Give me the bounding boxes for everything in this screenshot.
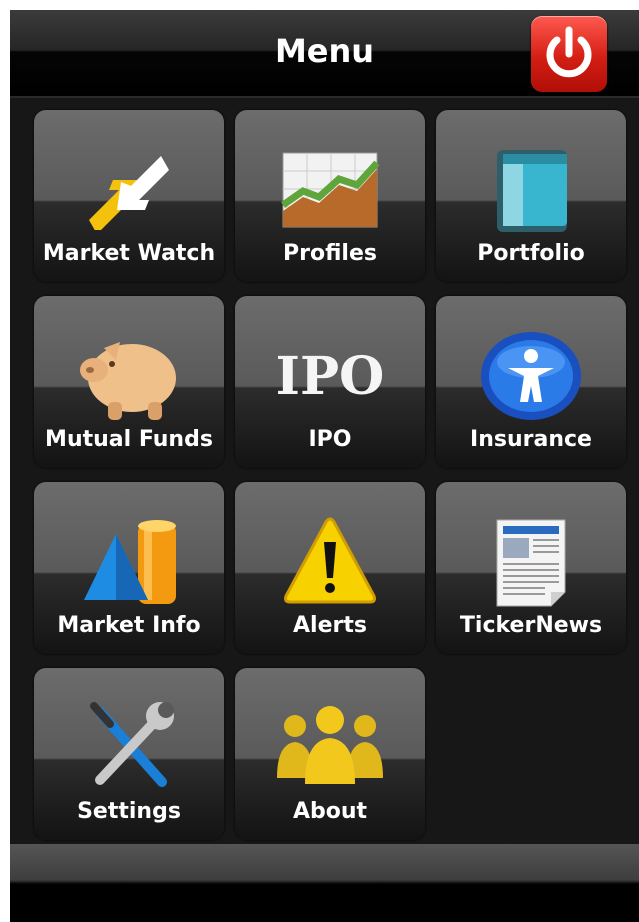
menu-item-label: Market Watch (42, 241, 216, 266)
menu-item-label: IPO (308, 427, 352, 452)
shapes-icon (84, 520, 176, 604)
menu-item-alerts[interactable]: Alerts (235, 482, 425, 654)
bottom-bar (10, 844, 639, 922)
piggy-bank-icon (80, 342, 176, 420)
arrows-icon (89, 156, 169, 230)
menu-item-label: Settings (77, 799, 181, 824)
menu-item-label: Mutual Funds (45, 427, 213, 452)
menu-item-label: About (292, 799, 368, 824)
menu-item-market-watch[interactable]: Market Watch (34, 110, 224, 282)
power-icon (546, 26, 592, 78)
app-screen: Menu Market Watch Profiles Portfolio Mut… (10, 10, 639, 922)
menu-item-settings[interactable]: Settings (34, 668, 224, 840)
power-button[interactable] (531, 16, 607, 92)
menu-item-mutual-funds[interactable]: Mutual Funds (34, 296, 224, 468)
menu-item-tickernews[interactable]: TickerNews (436, 482, 626, 654)
header-bar: Menu (10, 10, 639, 98)
menu-item-portfolio[interactable]: Portfolio (436, 110, 626, 282)
menu-item-label: Insurance (470, 427, 592, 452)
warning-icon (284, 517, 376, 604)
menu-item-market-info[interactable]: Market Info (34, 482, 224, 654)
menu-item-label: Profiles (283, 241, 377, 266)
people-icon (277, 706, 383, 784)
menu-item-label: Alerts (293, 613, 367, 638)
newspaper-icon (496, 519, 566, 607)
menu-item-label: Portfolio (477, 241, 585, 266)
menu-item-label: TickerNews (459, 613, 603, 638)
person-circle-icon (481, 332, 581, 420)
menu-item-ipo[interactable]: IPO IPO (235, 296, 425, 468)
menu-item-about[interactable]: About (235, 668, 425, 840)
book-icon (497, 150, 567, 232)
ipo-text-icon: IPO (275, 345, 385, 407)
menu-item-insurance[interactable]: Insurance (436, 296, 626, 468)
menu-item-label: Market Info (57, 613, 201, 638)
tools-icon (90, 702, 174, 787)
chart-icon (280, 152, 380, 228)
menu-item-profiles[interactable]: Profiles (235, 110, 425, 282)
